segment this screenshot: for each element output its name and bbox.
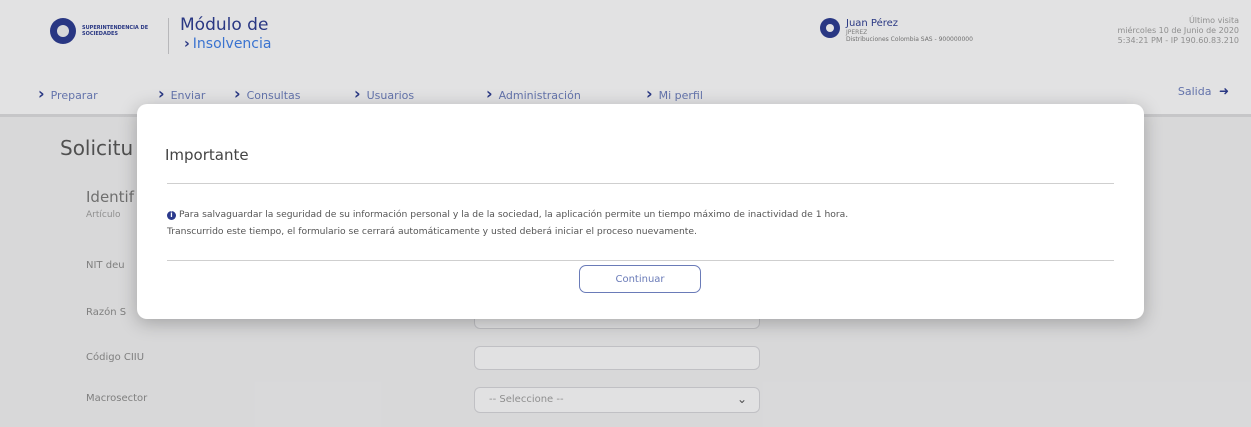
modal-message: i Para salvaguardar la seguridad de su in…	[167, 206, 1116, 240]
modal-divider-bottom	[167, 260, 1114, 261]
modal-message-line-1: i Para salvaguardar la seguridad de su in…	[167, 206, 1116, 223]
modal-title: Importante	[165, 146, 249, 164]
modal-message-text-1: Para salvaguardar la seguridad de su inf…	[179, 209, 849, 220]
modal-divider-top	[167, 183, 1114, 184]
continuar-button[interactable]: Continuar	[579, 265, 701, 293]
info-icon: i	[167, 211, 176, 220]
modal-message-line-2: Transcurrido este tiempo, el formulario …	[167, 226, 697, 237]
importante-modal: Importante i Para salvaguardar la segurid…	[137, 104, 1144, 319]
